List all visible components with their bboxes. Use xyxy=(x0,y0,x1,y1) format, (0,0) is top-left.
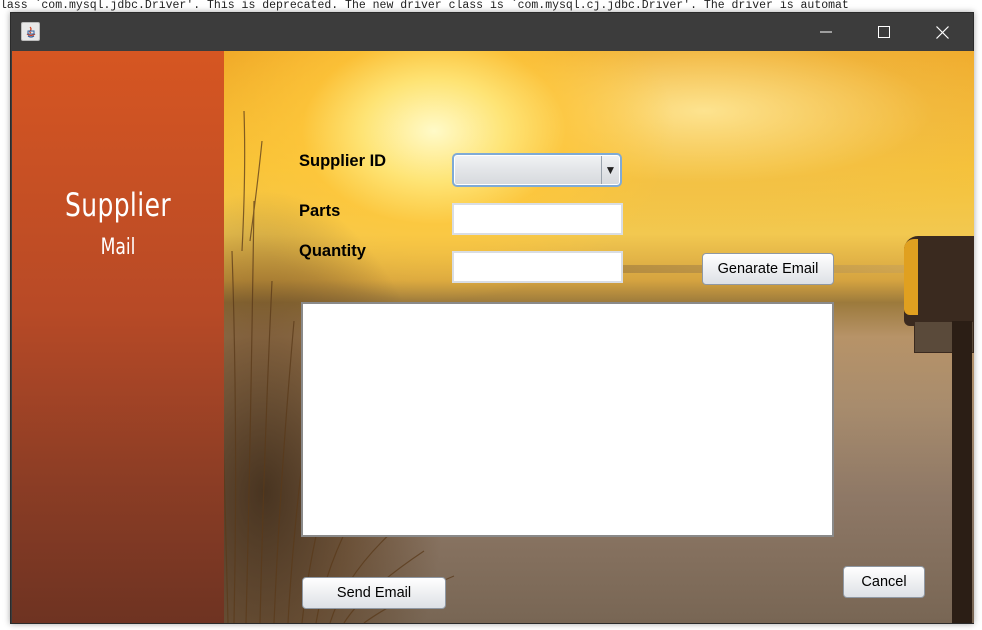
java-app-icon xyxy=(21,22,40,41)
minimize-button[interactable] xyxy=(797,13,855,51)
cancel-button[interactable]: Cancel xyxy=(843,566,925,598)
maximize-icon xyxy=(878,26,890,38)
dropdown-arrow-icon[interactable]: ▼ xyxy=(601,156,619,184)
console-output: lass `com.mysql.jdbc.Driver'. This is de… xyxy=(0,0,982,12)
mailbox-door xyxy=(904,239,918,315)
generate-email-button[interactable]: Genarate Email xyxy=(702,253,834,285)
close-icon xyxy=(935,25,949,39)
parts-label: Parts xyxy=(299,202,341,220)
mailbox-post xyxy=(952,321,972,623)
sidebar-title: Supplier xyxy=(65,186,171,224)
sidebar-panel: Supplier Mail xyxy=(12,51,224,623)
maximize-button[interactable] xyxy=(855,13,913,51)
close-button[interactable] xyxy=(913,13,971,51)
app-window: Supplier Mail Supplier ID ▼ Parts Quanti… xyxy=(10,12,974,624)
supplier-id-combobox[interactable]: ▼ xyxy=(452,153,622,187)
content-pane: Supplier Mail Supplier ID ▼ Parts Quanti… xyxy=(12,51,974,623)
quantity-label: Quantity xyxy=(299,242,366,260)
sidebar-subtitle: Mail xyxy=(100,235,136,260)
email-body-textarea[interactable] xyxy=(301,302,834,537)
minimize-icon xyxy=(820,31,832,33)
parts-input[interactable] xyxy=(452,203,623,235)
send-email-button[interactable]: Send Email xyxy=(302,577,446,609)
supplier-id-label: Supplier ID xyxy=(299,152,387,170)
title-bar[interactable] xyxy=(11,13,973,51)
quantity-input[interactable] xyxy=(452,251,623,283)
